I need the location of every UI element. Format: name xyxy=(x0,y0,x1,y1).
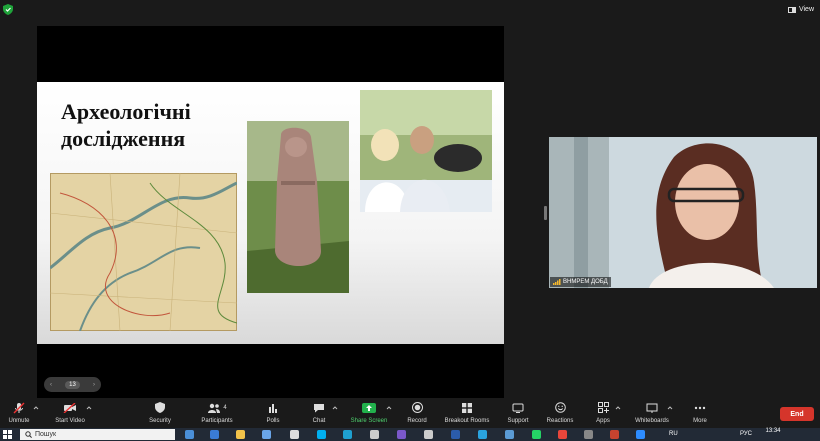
unmute-button[interactable]: Unmute xyxy=(4,399,34,428)
support-button[interactable]: Support xyxy=(503,399,533,428)
chat-label: Chat xyxy=(312,418,326,424)
search-icon xyxy=(25,431,32,438)
record-icon xyxy=(411,402,423,413)
whiteboards-button[interactable]: Whiteboards xyxy=(630,399,674,428)
start-video-label: Start Video xyxy=(55,418,85,424)
participants-label: Participants xyxy=(201,418,233,424)
panel-resize-handle[interactable] xyxy=(544,206,547,220)
video-options-caret-icon[interactable] xyxy=(86,405,92,411)
tray-language-indicator[interactable]: RU xyxy=(669,431,678,437)
whiteboards-label: Whiteboards xyxy=(635,418,669,424)
taskbar-app-powerpoint-icon[interactable] xyxy=(610,430,619,439)
taskbar-app-icon[interactable] xyxy=(424,430,433,439)
view-label: View xyxy=(798,6,814,13)
apps-label: Apps xyxy=(596,418,610,424)
windows-start-icon[interactable] xyxy=(3,430,12,439)
slide-page-control[interactable]: ‹ 13 › xyxy=(44,377,101,392)
taskbar-app-icon[interactable] xyxy=(505,430,514,439)
polls-button[interactable]: Polls xyxy=(260,399,286,428)
taskbar-app-zoom-icon[interactable] xyxy=(636,430,645,439)
apps-icon xyxy=(597,402,609,413)
support-label: Support xyxy=(507,418,529,424)
prev-page-icon[interactable]: ‹ xyxy=(50,382,52,388)
view-button[interactable]: View xyxy=(787,3,814,16)
historic-map-image xyxy=(50,173,237,331)
polls-icon xyxy=(269,403,277,413)
chat-button[interactable]: Chat xyxy=(306,399,332,428)
whiteboard-icon xyxy=(646,403,658,413)
chat-options-caret-icon[interactable] xyxy=(332,405,338,411)
page-number: 13 xyxy=(65,380,80,389)
whiteboards-options-caret-icon[interactable] xyxy=(667,405,673,411)
more-dots-icon xyxy=(694,406,706,409)
stone-statue-image xyxy=(247,121,349,293)
reactions-button[interactable]: Reactions xyxy=(544,399,576,428)
audio-options-caret-icon[interactable] xyxy=(33,405,39,411)
taskbar-app-explorer-icon[interactable] xyxy=(236,430,245,439)
participant-video-feed xyxy=(549,137,817,288)
taskbar-app-skype-icon[interactable] xyxy=(317,430,326,439)
taskbar-search-box[interactable]: Пошук xyxy=(20,429,175,440)
next-page-icon[interactable]: › xyxy=(93,382,95,388)
video-off-icon xyxy=(63,402,76,413)
security-button[interactable]: Security xyxy=(144,399,176,428)
participants-icon xyxy=(208,403,221,413)
taskbar-app-viber-icon[interactable] xyxy=(397,430,406,439)
support-icon xyxy=(512,403,524,413)
tray-clock[interactable]: 13:34 xyxy=(758,428,788,435)
unmute-label: Unmute xyxy=(8,418,30,424)
meeting-toolbar: Unmute Start Video Security 4 Participan… xyxy=(0,399,820,428)
share-screen-button[interactable]: Share Screen xyxy=(348,399,390,428)
presentation-slide: Археологічні дослідження xyxy=(37,82,504,344)
taskbar-app-icon[interactable] xyxy=(262,430,271,439)
taskbar-app-whatsapp-icon[interactable] xyxy=(532,430,541,439)
chat-bubble-icon xyxy=(314,403,324,412)
taskbar-app-store-icon[interactable] xyxy=(210,430,219,439)
taskbar-app-word-icon[interactable] xyxy=(451,430,460,439)
participant-name-tag: ВНМРЕМ ДОБД xyxy=(550,277,611,287)
taskbar-app-icon[interactable] xyxy=(584,430,593,439)
reactions-smiley-icon xyxy=(554,402,566,413)
apps-button[interactable]: Apps xyxy=(590,399,616,428)
start-video-button[interactable]: Start Video xyxy=(50,399,90,428)
taskbar-app-chrome-icon[interactable] xyxy=(558,430,567,439)
end-meeting-button[interactable]: End xyxy=(780,407,814,421)
windows-taskbar: Пошук RU РУС 13:34 xyxy=(0,428,820,441)
more-label: More xyxy=(693,418,707,424)
more-button[interactable]: More xyxy=(686,399,714,428)
shield-icon xyxy=(155,402,165,413)
participants-count: 4 xyxy=(223,404,227,411)
search-placeholder: Пошук xyxy=(35,431,57,438)
participant-video[interactable]: ВНМРЕМ ДОБД xyxy=(549,137,817,288)
breakout-rooms-label: Breakout Rooms xyxy=(444,418,490,424)
record-label: Record xyxy=(407,418,427,424)
share-screen-label: Share Screen xyxy=(350,418,388,424)
breakout-rooms-icon xyxy=(462,402,472,413)
share-options-caret-icon[interactable] xyxy=(386,405,392,411)
tray-keyboard-layout[interactable]: РУС xyxy=(740,431,752,437)
slide-title: Археологічні дослідження xyxy=(61,99,191,151)
share-screen-icon xyxy=(362,402,376,413)
apps-options-caret-icon[interactable] xyxy=(615,405,621,411)
view-icon xyxy=(787,6,796,13)
taskbar-app-edge-icon[interactable] xyxy=(343,430,352,439)
security-shield-icon xyxy=(3,4,13,15)
participants-button[interactable]: 4 Participants xyxy=(196,399,238,428)
taskbar-app-mail-icon[interactable] xyxy=(185,430,194,439)
participant-name: ВНМРЕМ ДОБД xyxy=(563,279,608,285)
taskbar-app-telegram-icon[interactable] xyxy=(478,430,487,439)
taskbar-app-icon[interactable] xyxy=(370,430,379,439)
taskbar-app-icon[interactable] xyxy=(290,430,299,439)
breakout-rooms-button[interactable]: Breakout Rooms xyxy=(441,399,493,428)
security-label: Security xyxy=(149,418,171,424)
record-button[interactable]: Record xyxy=(402,399,432,428)
polls-label: Polls xyxy=(266,418,280,424)
muted-mic-icon xyxy=(13,402,25,413)
people-photo-image xyxy=(360,90,492,212)
signal-bars-icon xyxy=(553,279,561,285)
reactions-label: Reactions xyxy=(546,418,574,424)
